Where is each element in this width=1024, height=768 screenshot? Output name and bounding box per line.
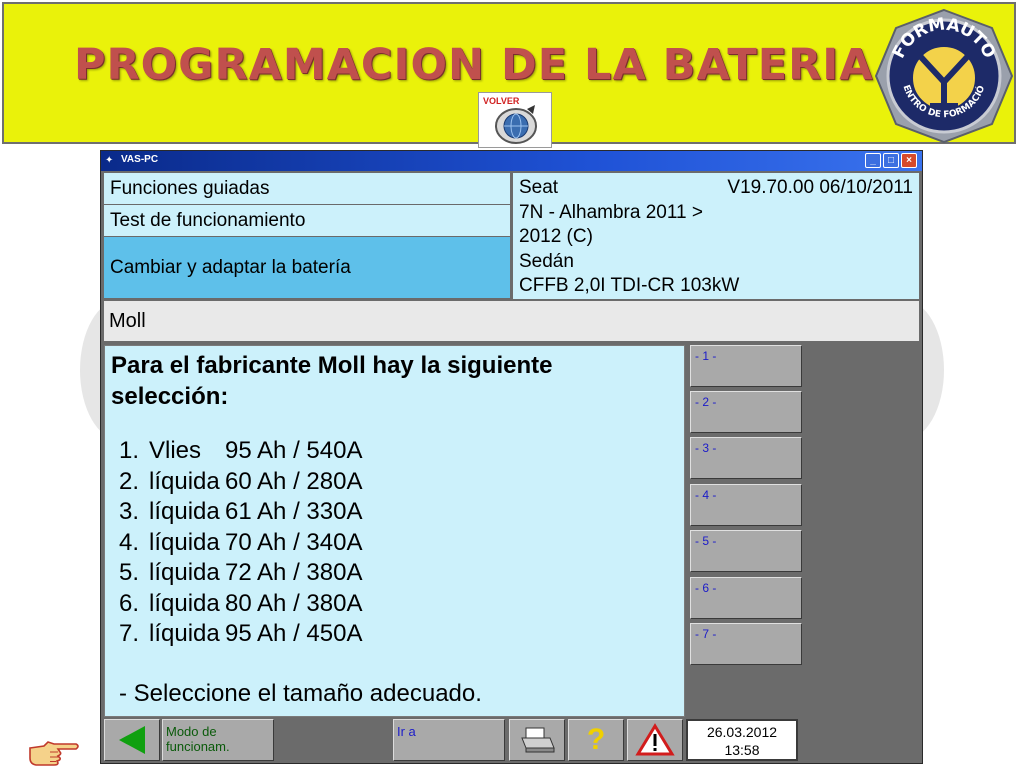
option-button-3[interactable]: - 3 - (690, 437, 802, 479)
close-button[interactable]: × (901, 153, 917, 168)
goto-button[interactable]: Ir a (393, 719, 505, 761)
print-button[interactable] (509, 719, 565, 761)
instruction-text: - Seleccione el tamaño adecuado. (119, 680, 482, 707)
option-button-7[interactable]: - 7 - (690, 623, 802, 665)
list-item: 6. líquida 80 Ah / 380A (119, 589, 363, 617)
breadcrumb-guided-functions[interactable]: Funciones guiadas (104, 173, 510, 205)
pointing-hand-icon[interactable] (28, 738, 80, 766)
breadcrumb-function-test[interactable]: Test de funcionamiento (104, 205, 510, 237)
datetime-display: 26.03.2012 13:58 (686, 719, 798, 761)
time-text: 13:58 (724, 742, 760, 758)
date-text: 26.03.2012 (706, 724, 778, 740)
mode-label-line2: funcionam. (166, 739, 230, 754)
vehicle-body: Sedán (519, 250, 574, 272)
breadcrumb-change-battery[interactable]: Cambiar y adaptar la batería (104, 237, 510, 299)
option-button-2[interactable]: - 2 - (690, 391, 802, 433)
option-button-1[interactable]: - 1 - (690, 345, 802, 387)
back-arrow-icon (119, 726, 145, 754)
formauto-logo: FORMAUTO CENTRO DE FORMACIÓN (870, 1, 1014, 144)
printer-icon (521, 727, 555, 753)
battery-options-list: 1. Vlies 95 Ah / 540A 2. líquida 60 Ah / 280… (119, 436, 678, 650)
content-panel: Para el fabricante Moll hay la siguiente… (104, 345, 685, 717)
warning-button[interactable] (627, 719, 683, 761)
vehicle-engine: CFFB 2,0I TDI-CR 103kW (519, 275, 740, 296)
back-button[interactable] (104, 719, 160, 761)
vehicle-model: 7N - Alhambra 2011 > (519, 201, 703, 223)
list-item: 2. líquida 60 Ah / 280A (119, 467, 363, 495)
vas-pc-window: ✦ VAS-PC _ □ × Funciones guiadas Test de… (100, 150, 923, 764)
vehicle-info-panel: Seat V19.70.00 06/10/2011 7N - Alhambra … (513, 173, 919, 299)
operating-mode-button[interactable]: Modo de funcionam. (162, 719, 274, 761)
list-item: 5. líquida 72 Ah / 380A (119, 559, 363, 586)
option-button-4[interactable]: - 4 - (690, 484, 802, 526)
slide-title: PROGRAMACION DE LA BATERIA (74, 40, 874, 90)
window-title: VAS-PC (121, 154, 159, 165)
software-version: V19.70.00 06/10/2011 (727, 177, 913, 198)
option-button-5[interactable]: - 5 - (690, 530, 802, 572)
return-globe-icon (495, 105, 537, 144)
option-button-6[interactable]: - 6 - (690, 577, 802, 619)
vehicle-make: Seat (519, 177, 559, 198)
minimize-button[interactable]: _ (865, 153, 881, 168)
section-title: Moll (104, 301, 919, 341)
slide-header: PROGRAMACION DE LA BATERIA VOLVER FORMAU… (2, 1, 1016, 148)
intro-text: Para el fabricante Moll hay la siguiente… (111, 352, 553, 410)
window-titlebar[interactable]: ✦ VAS-PC _ □ × (101, 151, 922, 171)
app-icon: ✦ (105, 155, 114, 166)
volver-button[interactable]: VOLVER (478, 92, 552, 148)
warning-icon (635, 723, 675, 756)
list-item: 4. líquida 70 Ah / 340A (119, 528, 363, 556)
mode-label-line1: Modo de (166, 724, 217, 739)
help-button[interactable]: ? (568, 719, 624, 761)
maximize-button[interactable]: □ (883, 153, 899, 168)
list-item: 7. líquida 95 Ah / 450A (119, 620, 363, 647)
list-item: 1. Vlies 95 Ah / 540A (119, 437, 363, 464)
vehicle-model-year: 2012 (C) (519, 226, 593, 247)
list-item: 3. líquida 61 Ah / 330A (119, 498, 363, 525)
